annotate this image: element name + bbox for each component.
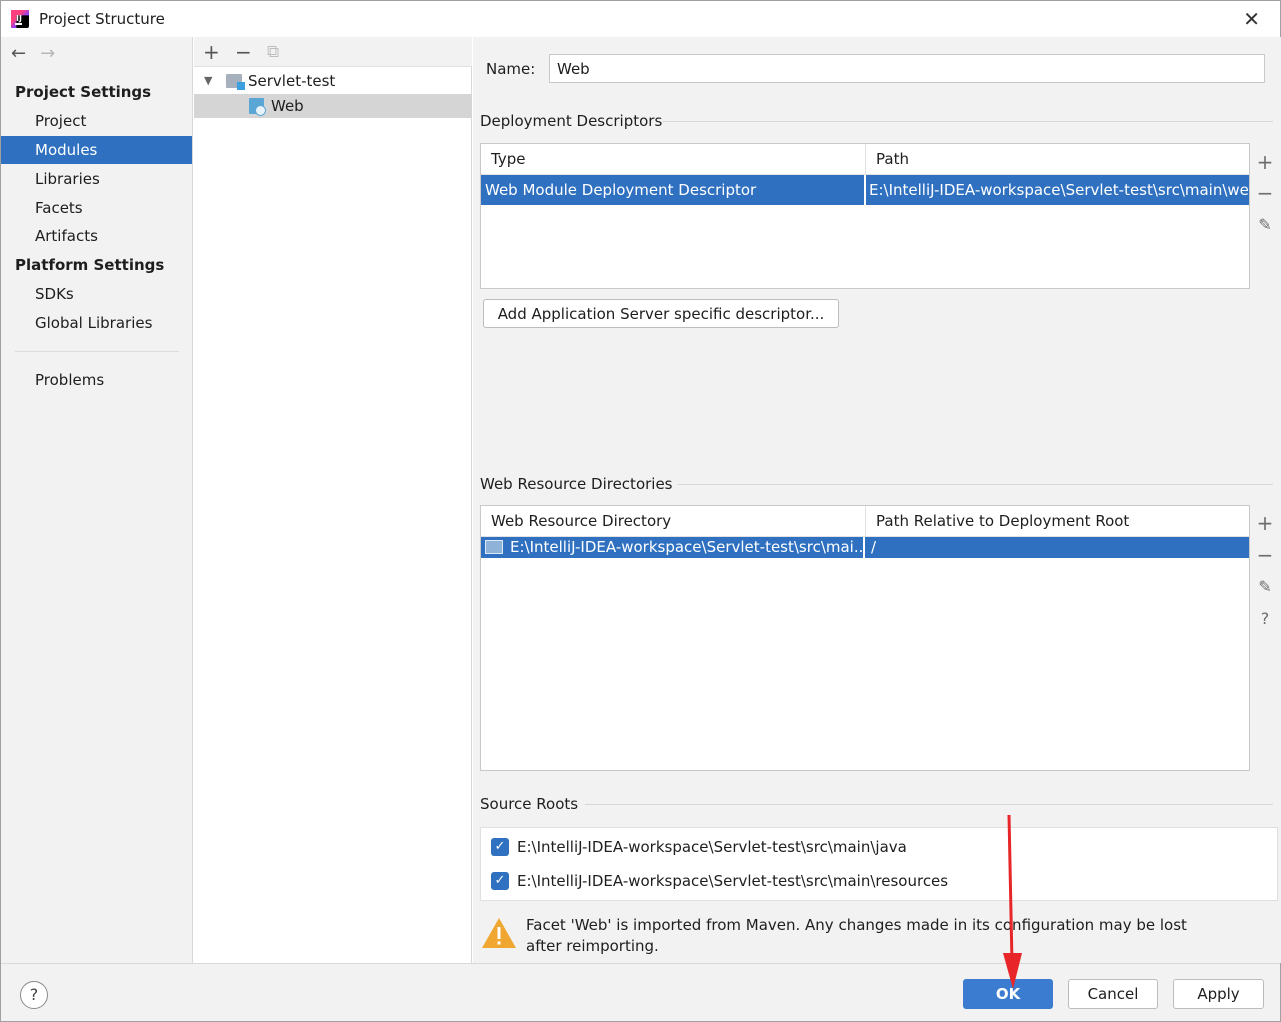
window-title: Project Structure <box>39 10 165 28</box>
edit-resource-icon[interactable]: ✎ <box>1255 577 1275 596</box>
cell-separator <box>863 537 865 558</box>
tree-node-web[interactable]: Web <box>194 94 472 118</box>
web-facet-icon <box>249 98 266 116</box>
checkbox-checked-icon[interactable]: ✓ <box>491 872 509 890</box>
forward-arrow-icon[interactable]: → <box>40 43 55 64</box>
group-separator <box>678 484 1273 485</box>
column-web-resource-directory[interactable]: Web Resource Directory <box>481 506 671 537</box>
source-root-path: E:\IntelliJ-IDEA-workspace\Servlet-test\… <box>517 872 949 890</box>
group-separator <box>663 121 1273 122</box>
descriptor-type-cell: Web Module Deployment Descriptor <box>485 181 757 199</box>
sidebar-item-libraries[interactable]: Libraries <box>1 165 192 193</box>
add-descriptor-icon[interactable]: + <box>1255 150 1275 174</box>
facet-settings-panel: Name: Deployment Descriptors Type Path W… <box>473 37 1281 963</box>
source-root-path: E:\IntelliJ-IDEA-workspace\Servlet-test\… <box>517 838 907 856</box>
cancel-button[interactable]: Cancel <box>1068 979 1158 1009</box>
web-resource-directories-title: Web Resource Directories <box>480 475 673 493</box>
help-button[interactable]: ? <box>20 981 48 1009</box>
tree-node-label: Servlet-test <box>248 72 336 90</box>
web-folder-icon <box>485 540 503 554</box>
cell-separator <box>864 175 866 205</box>
sidebar-item-modules[interactable]: Modules <box>1 136 192 164</box>
module-folder-icon <box>226 74 245 90</box>
remove-resource-icon[interactable]: − <box>1255 543 1275 567</box>
close-icon[interactable]: ✕ <box>1243 7 1260 31</box>
source-roots-list: ✓ E:\IntelliJ-IDEA-workspace\Servlet-tes… <box>480 827 1278 901</box>
sidebar-item-sdks[interactable]: SDKs <box>1 280 192 308</box>
edit-descriptor-icon[interactable]: ✎ <box>1255 215 1275 234</box>
sidebar-divider <box>15 351 179 352</box>
column-relative-path[interactable]: Path Relative to Deployment Root <box>866 506 1129 537</box>
platform-settings-heading: Platform Settings <box>15 256 165 274</box>
table-header: Type Path <box>481 144 1249 175</box>
project-settings-heading: Project Settings <box>15 83 152 101</box>
add-resource-icon[interactable]: + <box>1255 511 1275 535</box>
module-tree: + − ⧉ ▼ Servlet-test Web <box>194 37 472 963</box>
source-roots-title: Source Roots <box>480 795 579 813</box>
column-type[interactable]: Type <box>481 144 525 175</box>
deployment-descriptors-title: Deployment Descriptors <box>480 112 663 130</box>
help-resource-icon[interactable]: ? <box>1255 609 1275 628</box>
add-icon[interactable]: + <box>203 40 220 64</box>
name-label: Name: <box>486 60 536 78</box>
column-path[interactable]: Path <box>866 144 909 175</box>
web-resource-directories-table: Web Resource Directory Path Relative to … <box>480 505 1250 771</box>
tree-toolbar: + − ⧉ <box>194 37 472 67</box>
tree-node-servlet-test[interactable]: ▼ Servlet-test <box>194 69 472 93</box>
descriptor-path-cell: E:\IntelliJ-IDEA-workspace\Servlet-test\… <box>869 181 1249 199</box>
sidebar-item-project[interactable]: Project <box>1 107 192 135</box>
back-arrow-icon[interactable]: ← <box>11 43 26 64</box>
sidebar-item-problems[interactable]: Problems <box>1 366 192 394</box>
intellij-idea-icon: IJ <box>11 10 29 28</box>
remove-icon[interactable]: − <box>235 40 252 64</box>
maven-import-warning: Facet 'Web' is imported from Maven. Any … <box>526 916 1187 955</box>
apply-button[interactable]: Apply <box>1173 979 1264 1009</box>
add-server-descriptor-button[interactable]: Add Application Server specific descript… <box>483 299 839 328</box>
sidebar-item-facets[interactable]: Facets <box>1 194 192 222</box>
table-row[interactable]: E:\IntelliJ-IDEA-workspace\Servlet-test\… <box>481 537 1249 558</box>
table-row[interactable]: Web Module Deployment Descriptor E:\Inte… <box>481 175 1249 205</box>
name-field[interactable] <box>549 54 1265 83</box>
sidebar-item-global-libraries[interactable]: Global Libraries <box>1 309 192 337</box>
tree-node-label: Web <box>271 97 304 115</box>
sidebar-item-artifacts[interactable]: Artifacts <box>1 222 192 250</box>
dialog-button-bar: ? OK Cancel Apply <box>1 963 1280 1021</box>
chevron-down-icon[interactable]: ▼ <box>204 69 212 93</box>
title-bar: IJ Project Structure ✕ <box>1 1 1280 37</box>
deployment-descriptors-table: Type Path Web Module Deployment Descript… <box>480 143 1250 289</box>
checkbox-checked-icon[interactable]: ✓ <box>491 838 509 856</box>
warning-icon <box>482 918 516 948</box>
table-header: Web Resource Directory Path Relative to … <box>481 506 1249 537</box>
annotation-arrow-icon <box>1003 814 1022 989</box>
remove-descriptor-icon[interactable]: − <box>1255 181 1275 205</box>
nav-arrows: ← → <box>11 43 69 64</box>
project-structure-dialog: IJ Project Structure ✕ ← → Project Settin… <box>0 0 1281 1022</box>
settings-sidebar: ← → Project Settings Project Modules Libr… <box>1 37 193 963</box>
relative-path-cell: / <box>871 538 877 556</box>
copy-icon[interactable]: ⧉ <box>267 42 279 62</box>
resource-directory-cell: E:\IntelliJ-IDEA-workspace\Servlet-test\… <box>510 538 862 556</box>
group-separator <box>585 804 1273 805</box>
